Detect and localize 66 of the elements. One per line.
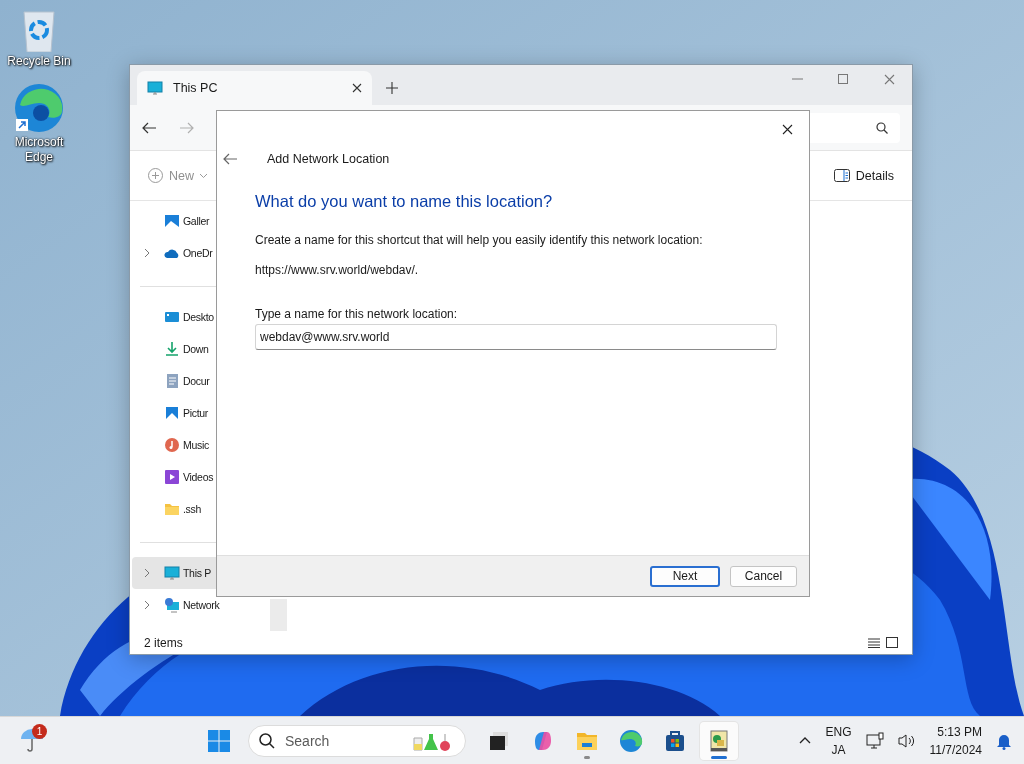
monitor-icon xyxy=(147,80,163,96)
tiles-view-button[interactable] xyxy=(886,637,898,648)
list-icon xyxy=(868,637,880,648)
edge-icon xyxy=(14,83,64,133)
address-text: https://www.srv.world/webdav/. xyxy=(255,263,420,277)
dialog-heading: What do you want to name this location? xyxy=(255,192,554,211)
store-icon xyxy=(663,728,687,753)
clock[interactable]: 5:13 PM 11/7/2024 xyxy=(929,722,982,759)
picture-icon xyxy=(164,405,180,421)
chevron-icon[interactable] xyxy=(144,568,150,578)
gallery-icon xyxy=(164,213,180,229)
sidebar-item[interactable]: Network xyxy=(132,589,270,621)
download-icon xyxy=(164,341,180,357)
back-arrow-icon xyxy=(223,153,237,165)
minimize-icon xyxy=(791,78,803,80)
caret-icon xyxy=(200,173,207,178)
network-status-button[interactable] xyxy=(865,731,884,750)
description-text: Create a name for this shortcut that will help you easily identify this network location: xyxy=(255,233,704,247)
close-icon xyxy=(883,73,895,85)
details-button[interactable]: Details xyxy=(831,164,896,187)
chevron-icon[interactable] xyxy=(144,248,150,258)
tiles-icon xyxy=(886,637,898,648)
close-icon xyxy=(352,83,362,93)
search-input[interactable]: Search xyxy=(283,731,403,750)
network-monitor-icon xyxy=(865,731,884,750)
volume-button[interactable] xyxy=(897,732,916,749)
plus-circle-icon xyxy=(148,168,163,183)
details-pane-icon xyxy=(833,169,850,182)
speaker-icon xyxy=(897,732,916,749)
application-icon xyxy=(707,728,731,753)
details-view-button[interactable] xyxy=(868,637,880,648)
search-icon xyxy=(876,121,888,134)
maximize-icon xyxy=(838,74,848,84)
notification-badge: 1 xyxy=(32,724,47,739)
document-icon xyxy=(164,373,180,389)
video-icon xyxy=(164,469,180,485)
close-icon xyxy=(781,123,793,135)
forward-arrow-icon xyxy=(180,121,194,134)
search-icon xyxy=(259,732,275,749)
taskbar-app-button[interactable] xyxy=(700,721,738,760)
music-icon xyxy=(164,437,180,453)
location-name-field[interactable]: webdav@www.srv.world xyxy=(255,324,777,350)
chevron-up-icon xyxy=(799,737,812,744)
plus-icon xyxy=(386,82,398,94)
recycle-bin-icon xyxy=(20,8,58,52)
windows-logo-icon xyxy=(207,728,231,753)
back-button[interactable] xyxy=(223,153,237,165)
taskbar-search-field[interactable]: Search xyxy=(248,724,466,757)
back-button[interactable] xyxy=(142,121,156,134)
close-tab-button[interactable] xyxy=(352,83,362,93)
tab-title: This PC xyxy=(173,81,219,95)
edge-icon xyxy=(619,728,643,753)
back-arrow-icon xyxy=(142,121,156,134)
status-text: 2 items xyxy=(144,635,183,650)
cancel-button[interactable]: Cancel xyxy=(730,565,797,587)
field-label: Type a name for this network location: xyxy=(255,307,459,321)
dialog-title: Add Network Location xyxy=(267,152,390,166)
network-icon xyxy=(164,597,180,613)
desktop-icon xyxy=(164,309,180,325)
chevron-icon[interactable] xyxy=(144,600,150,610)
explorer-tab[interactable]: This PC xyxy=(137,71,372,105)
show-hidden-icons-button[interactable] xyxy=(799,737,812,744)
next-button[interactable]: Next xyxy=(650,565,720,587)
monitor-icon xyxy=(164,565,180,581)
folder-icon xyxy=(164,501,180,517)
language-indicator[interactable]: ENG JA xyxy=(825,722,852,759)
